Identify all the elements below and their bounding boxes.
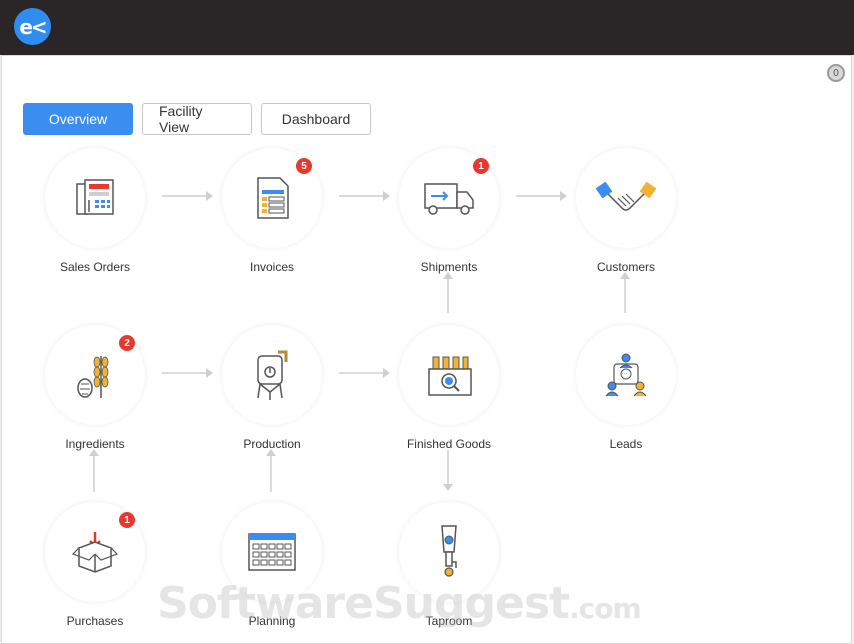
- arrow-production-to-finished-goods: [339, 368, 390, 378]
- invoices-label: Invoices: [249, 260, 295, 274]
- customers-label: Customers: [596, 260, 655, 274]
- shipments-label: Shipments: [420, 260, 478, 274]
- purchases-badge: 1: [119, 512, 135, 528]
- production-label: Production: [243, 437, 301, 451]
- invoices-badge: 5: [296, 158, 312, 174]
- leads-label: Leads: [609, 437, 643, 451]
- arrow-ingredients-to-production: [162, 368, 213, 378]
- fermenter-tank-icon: [257, 350, 288, 400]
- delivery-truck-icon: [424, 183, 474, 215]
- finished-goods-label: Finished Goods: [406, 437, 492, 451]
- finished-goods-button[interactable]: [399, 325, 499, 425]
- node-purchases[interactable]: 1 Purchases: [45, 502, 145, 632]
- top-bar: e<: [0, 0, 854, 55]
- node-invoices[interactable]: 5 Invoices: [222, 148, 322, 278]
- tab-facility-view[interactable]: Facility View: [142, 103, 252, 135]
- node-production[interactable]: Production: [222, 325, 322, 455]
- node-shipments[interactable]: 1 Shipments: [399, 148, 499, 278]
- app-logo[interactable]: e<: [14, 8, 51, 45]
- main-content: 0 Overview Facility View Dashboard Sales…: [1, 55, 852, 644]
- sales-orders-label: Sales Orders: [59, 260, 131, 274]
- node-finished-goods[interactable]: Finished Goods: [399, 325, 499, 455]
- watermark-main: SoftwareSuggest: [157, 578, 570, 629]
- watermark: SoftwareSuggest.com: [157, 578, 642, 629]
- customers-button[interactable]: [576, 148, 676, 248]
- production-button[interactable]: [222, 325, 322, 425]
- open-box-icon: [71, 532, 119, 573]
- leads-button[interactable]: ···: [576, 325, 676, 425]
- wheat-hops-icon: [77, 356, 109, 398]
- invoice-icon: [257, 177, 289, 219]
- tab-dashboard[interactable]: Dashboard: [261, 103, 371, 135]
- fax-receipt-icon: [76, 179, 114, 215]
- arrow-shipments-to-customers: [516, 191, 567, 201]
- beer-tap-icon: [441, 525, 457, 577]
- tab-overview[interactable]: Overview: [23, 103, 133, 135]
- view-tabs: Overview Facility View Dashboard: [23, 103, 371, 135]
- shipments-badge: 1: [473, 158, 489, 174]
- handshake-icon: [596, 181, 656, 211]
- notification-counter[interactable]: 0: [827, 64, 845, 82]
- calendar-icon: [248, 533, 296, 571]
- svg-text:···: ···: [622, 371, 628, 378]
- arrow-invoices-to-shipments: [339, 191, 390, 201]
- node-customers[interactable]: Customers: [576, 148, 676, 278]
- arrow-sales-to-invoices: [162, 191, 213, 201]
- node-ingredients[interactable]: 2 Ingredients: [45, 325, 145, 455]
- node-sales-orders[interactable]: Sales Orders: [45, 148, 145, 278]
- watermark-suffix: .com: [569, 592, 642, 625]
- bottle-crate-icon: [428, 356, 472, 396]
- purchases-label: Purchases: [66, 614, 124, 628]
- ingredients-badge: 2: [119, 335, 135, 351]
- network-people-icon: ···: [605, 353, 647, 397]
- node-leads[interactable]: ··· Leads: [576, 325, 676, 455]
- ingredients-label: Ingredients: [65, 437, 125, 451]
- sales-orders-button[interactable]: [45, 148, 145, 248]
